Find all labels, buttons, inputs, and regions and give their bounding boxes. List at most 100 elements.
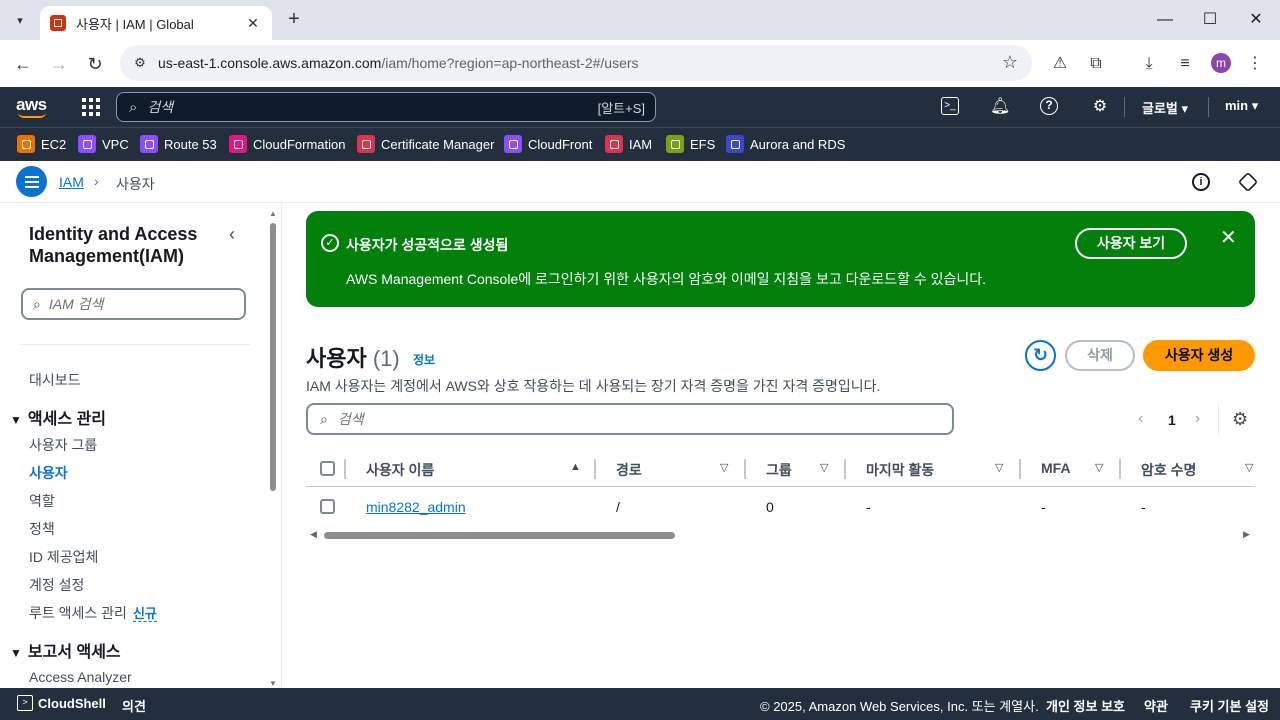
sidebar-section-access[interactable]: ▼ 액세스 관리 [10, 405, 106, 429]
table-search-input[interactable]: ⌕ 검색 [306, 403, 954, 435]
scrollbar-thumb[interactable] [270, 223, 276, 491]
side-nav-toggle-icon[interactable] [16, 166, 47, 197]
close-icon[interactable]: ✕ [1220, 225, 1237, 250]
table-preferences-gear-icon[interactable]: ⚙ [1232, 409, 1248, 430]
column-header-password-age[interactable]: 암호 수명 [1141, 460, 1196, 480]
section-label: 액세스 관리 [27, 411, 106, 428]
sort-icon[interactable]: ▽ [720, 461, 728, 474]
settings-gear-icon[interactable]: ⚙ [1090, 97, 1110, 117]
tab-close-icon[interactable]: ✕ [244, 15, 262, 32]
scroll-up-icon[interactable]: ▲ [269, 209, 277, 218]
site-settings-icon[interactable]: ⚙ [132, 55, 148, 71]
column-header-last-activity[interactable]: 마지막 활동 [866, 460, 934, 480]
cookie-preferences-link[interactable]: 쿠키 기본 설정 [1190, 696, 1269, 715]
window-close-icon[interactable]: ✕ [1241, 8, 1271, 32]
favorite-label: Certificate Manager [381, 136, 495, 152]
new-tab-icon[interactable]: + [282, 8, 306, 32]
column-header-groups[interactable]: 그룹 [766, 460, 792, 480]
row-checkbox[interactable] [320, 499, 335, 514]
breadcrumb-iam[interactable]: IAM [59, 174, 84, 190]
info-panel-icon[interactable]: i [1192, 173, 1210, 191]
notifications-bell-icon[interactable]: 🔔︎ [990, 97, 1010, 117]
region-selector[interactable]: 글로벌 ▾ [1142, 98, 1188, 117]
maximize-icon[interactable]: ☐ [1195, 8, 1225, 32]
download-icon[interactable]: ⤓ [1137, 52, 1161, 76]
favorite-efs[interactable]: EFS [666, 135, 715, 153]
previous-page-icon[interactable]: ‹ [1138, 410, 1143, 428]
sort-icon[interactable]: ▽ [1245, 461, 1253, 474]
route53-icon [140, 135, 158, 153]
profile-avatar[interactable]: m [1211, 53, 1231, 73]
reload-icon[interactable]: ↻ [82, 51, 108, 77]
sidebar-item-users[interactable]: 사용자 [29, 463, 68, 483]
view-user-button[interactable]: 사용자 보기 [1075, 228, 1187, 259]
delete-button[interactable]: 삭제 [1065, 340, 1135, 371]
user-name-link[interactable]: min8282_admin [366, 499, 466, 515]
sidebar-item-identity-providers[interactable]: ID 제공업체 [29, 547, 98, 567]
sidebar-item-account-settings[interactable]: 계정 설정 [29, 575, 84, 595]
column-header-path[interactable]: 경로 [616, 460, 642, 480]
sort-icon[interactable]: ▽ [820, 461, 828, 474]
favorite-iam[interactable]: IAM [605, 135, 652, 153]
extension-blocked-icon[interactable]: ⚠ [1048, 52, 1072, 76]
extensions-puzzle-icon[interactable]: ⧉ [1084, 52, 1108, 76]
sidebar-item-access-analyzer[interactable]: Access Analyzer [29, 669, 132, 685]
sidebar-section-reports[interactable]: ▼ 보고서 액세스 [10, 638, 121, 662]
aws-search-input[interactable]: ⌕ 검색 [알트+S] [116, 92, 656, 122]
cloudshell-link[interactable]: CloudShell [38, 696, 106, 711]
refresh-icon[interactable]: ↻ [1025, 340, 1056, 371]
favorite-route53[interactable]: Route 53 [140, 135, 217, 153]
omnibox[interactable]: ⚙ us-east-1.console.aws.amazon.com/iam/h… [120, 45, 1032, 81]
forward-icon[interactable]: → [46, 51, 72, 77]
cloudshell-icon[interactable]: >_ [941, 97, 959, 115]
column-header-mfa[interactable]: MFA [1041, 460, 1071, 476]
cloudshell-icon[interactable]: > [17, 695, 33, 711]
tab-search-dropdown-icon[interactable]: ▾ [8, 8, 32, 32]
browser-menu-icon[interactable]: ⋮ [1243, 52, 1267, 76]
page-number[interactable]: 1 [1168, 412, 1176, 428]
favorite-vpc[interactable]: VPC [78, 135, 129, 153]
favorite-cloudformation[interactable]: CloudFormation [229, 135, 346, 153]
scrollbar-thumb[interactable] [324, 532, 675, 539]
scroll-right-icon[interactable]: ▶ [1243, 529, 1250, 540]
nav-divider [1124, 97, 1125, 117]
sidebar-item-root-access[interactable]: 루트 액세스 관리 신규 [29, 603, 157, 623]
caret-down-icon: ▼ [10, 646, 22, 660]
browser-tab[interactable]: 사용자 | IAM | Global ✕ [40, 6, 272, 40]
sidebar-item-dashboard[interactable]: 대시보드 [29, 370, 81, 390]
table-horizontal-scrollbar[interactable]: ◀ ▶ [306, 529, 1255, 541]
bookmark-star-icon[interactable]: ☆ [1002, 52, 1018, 73]
sidebar-item-roles[interactable]: 역할 [29, 491, 55, 511]
scroll-down-icon[interactable]: ▼ [269, 679, 277, 688]
security-panel-icon[interactable] [1237, 171, 1259, 193]
favorite-aurora-rds[interactable]: Aurora and RDS [726, 135, 845, 153]
url-text[interactable]: us-east-1.console.aws.amazon.com/iam/hom… [158, 55, 639, 71]
media-controls-icon[interactable]: ≡ [1173, 52, 1197, 76]
info-link[interactable]: 정보 [413, 351, 435, 368]
favorite-ec2[interactable]: EC2 [17, 135, 66, 153]
help-icon[interactable]: ? [1040, 97, 1058, 115]
sidebar-item-user-groups[interactable]: 사용자 그룹 [29, 435, 97, 455]
next-page-icon[interactable]: › [1195, 410, 1200, 428]
feedback-link[interactable]: 의견 [122, 696, 146, 715]
create-user-button[interactable]: 사용자 생성 [1143, 340, 1255, 371]
minimize-icon[interactable]: — [1150, 8, 1180, 32]
favorite-certificate-manager[interactable]: Certificate Manager [357, 135, 494, 153]
sort-ascending-icon[interactable]: ▲ [570, 461, 581, 473]
scroll-left-icon[interactable]: ◀ [310, 529, 317, 540]
favorite-cloudfront[interactable]: CloudFront [504, 135, 592, 153]
account-menu[interactable]: min ▾ [1225, 98, 1258, 114]
table-search-placeholder: 검색 [337, 411, 364, 427]
privacy-link[interactable]: 개인 정보 보호 [1046, 696, 1125, 715]
sort-icon[interactable]: ▽ [995, 461, 1003, 474]
sidebar-scrollbar[interactable]: ▲ ▼ [269, 209, 277, 688]
collapse-sidebar-icon[interactable]: ‹ [229, 224, 235, 245]
services-grid-icon[interactable] [82, 98, 100, 116]
column-header-username[interactable]: 사용자 이름 [366, 460, 434, 480]
iam-search-input[interactable]: ⌕ IAM 검색 [21, 288, 246, 320]
select-all-checkbox[interactable] [320, 461, 335, 476]
terms-link[interactable]: 약관 [1144, 696, 1168, 715]
sidebar-item-policies[interactable]: 정책 [29, 519, 55, 539]
back-icon[interactable]: ← [10, 51, 36, 77]
sort-icon[interactable]: ▽ [1095, 461, 1103, 474]
